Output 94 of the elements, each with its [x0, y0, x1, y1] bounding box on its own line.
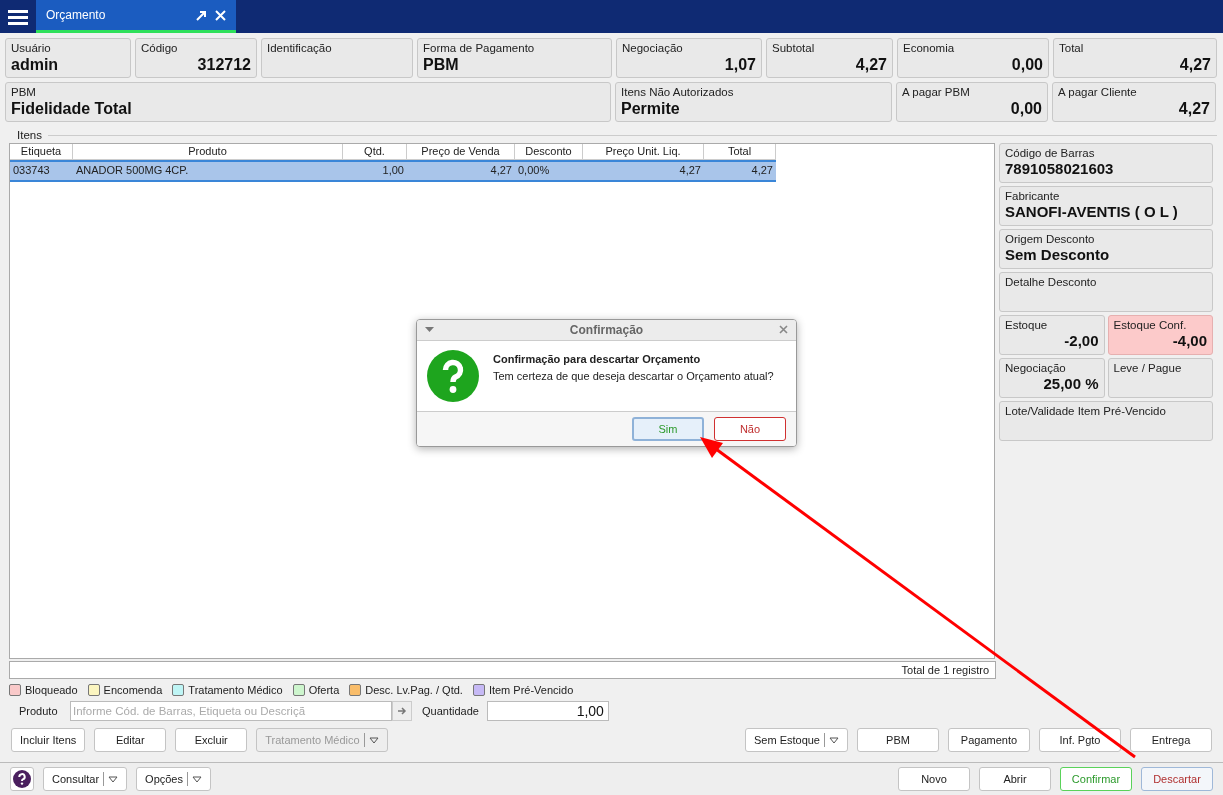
- dialog-heading: Confirmação para descartar Orçamento: [493, 352, 702, 365]
- field-value: admin: [11, 55, 60, 74]
- action-button[interactable]: PBM: [857, 728, 939, 752]
- table-cell-text: ANADOR 500MG 4CP.: [75, 163, 190, 178]
- question-icon: [427, 349, 479, 402]
- section-title: Itens: [17, 129, 42, 141]
- field-label: Itens Não Autorizados: [621, 86, 735, 99]
- field-label: Usuário: [11, 42, 52, 55]
- legend-label: Desc. Lv.Pag. / Qtd.: [365, 684, 463, 696]
- action-button[interactable]: Incluir Itens: [11, 728, 86, 752]
- field-label: Forma de Pagamento: [423, 42, 536, 55]
- close-icon[interactable]: [779, 325, 788, 335]
- product-input[interactable]: Informe Cód. de Barras, Etiqueta ou Descriçã: [70, 701, 392, 721]
- dialog-message: Tem certeza de que deseja descartar o Orçamento atual?: [493, 369, 774, 382]
- menu-button[interactable]: Opções: [136, 767, 211, 791]
- action-button[interactable]: Pagamento: [948, 728, 1030, 752]
- quantity-input[interactable]: 1,00: [486, 701, 609, 721]
- field-value: 4,27: [1179, 55, 1211, 74]
- field-value: 7891058021603: [1005, 160, 1115, 177]
- field-label: Origem Desconto: [1005, 233, 1096, 246]
- field-value: -4,00: [1172, 332, 1207, 349]
- column-header[interactable]: Preço de Venda: [407, 144, 515, 160]
- caret-icon: [829, 736, 839, 744]
- expand-icon[interactable]: [196, 9, 207, 21]
- caret-icon: [192, 775, 202, 783]
- menu-button[interactable]: Consultar: [43, 767, 128, 791]
- field-value: 312712: [197, 55, 251, 74]
- table-cell-text: 1,00: [381, 163, 405, 178]
- field-value: PBM: [423, 55, 460, 74]
- table-cell-text: 0,00%: [517, 163, 551, 178]
- field-label: Estoque: [1005, 319, 1049, 332]
- footer-button[interactable]: Novo: [898, 767, 970, 791]
- document-tab[interactable]: Orçamento: [36, 0, 236, 33]
- dialog-title: Confirmação: [568, 322, 645, 337]
- quantity-label: Quantidade: [422, 705, 479, 717]
- column-header[interactable]: Preço Unit. Liq.: [583, 144, 704, 160]
- field-label: Fabricante: [1005, 190, 1061, 203]
- column-header[interactable]: Total: [704, 144, 776, 160]
- field-value: SANOFI-AVENTIS ( O L ): [1005, 203, 1179, 220]
- field-label: PBM: [11, 86, 37, 99]
- field-label: Negociação: [1005, 362, 1067, 375]
- field-label: Negociação: [622, 42, 683, 55]
- legend-label: Bloqueado: [25, 684, 78, 696]
- field-label: Leve / Pague: [1113, 362, 1183, 375]
- action-button[interactable]: Editar: [94, 728, 167, 752]
- field-label: Identificação: [267, 42, 333, 55]
- footer-button[interactable]: Descartar: [1141, 767, 1213, 791]
- help-icon[interactable]: [10, 767, 34, 791]
- arrow-right-icon[interactable]: [392, 701, 412, 721]
- column-header[interactable]: Desconto: [515, 144, 583, 160]
- field-value: Permite: [621, 99, 681, 118]
- field-label: Detalhe Desconto: [1005, 276, 1098, 289]
- table-cell-text: 4,27: [750, 163, 774, 178]
- product-label: Produto: [19, 705, 59, 717]
- column-header[interactable]: Qtd.: [343, 144, 407, 160]
- record-count: Total de 1 registro: [9, 661, 996, 679]
- field-label: Estoque Conf.: [1113, 319, 1188, 332]
- action-button[interactable]: Inf. Pgto: [1039, 728, 1121, 752]
- field-label: Lote/Validade Item Pré-Vencido: [1005, 405, 1167, 418]
- table-cell-text: 4,27: [489, 163, 513, 178]
- legend-label: Oferta: [308, 684, 340, 696]
- field-label: Total: [1059, 42, 1084, 55]
- field-value: 0,00: [1011, 55, 1043, 74]
- field-label: A pagar PBM: [902, 86, 970, 99]
- column-header[interactable]: Etiqueta: [10, 144, 73, 160]
- field-label: Código: [141, 42, 178, 55]
- footer-button[interactable]: Abrir: [979, 767, 1051, 791]
- legend-label: Item Pré-Vencido: [488, 684, 574, 696]
- dialog-button[interactable]: Não: [714, 416, 786, 441]
- caret-icon[interactable]: [425, 326, 434, 333]
- field-value: 4,27: [855, 55, 887, 74]
- field-label: A pagar Cliente: [1058, 86, 1137, 99]
- field-value: 1,07: [724, 55, 756, 74]
- field-value: Fidelidade Total: [11, 99, 133, 118]
- action-button[interactable]: Entrega: [1130, 728, 1212, 752]
- action-button[interactable]: Sem Estoque: [744, 728, 848, 752]
- field-value: 0,00: [1010, 99, 1042, 118]
- table-cell-text: 4,27: [678, 163, 702, 178]
- table-cell-text: 033743: [12, 163, 51, 178]
- legend-label: Encomenda: [103, 684, 163, 696]
- field-label: Código de Barras: [1005, 147, 1096, 160]
- column-header[interactable]: Produto: [73, 144, 343, 160]
- footer-button[interactable]: Confirmar: [1060, 767, 1132, 791]
- caret-icon: [108, 775, 119, 783]
- table-row[interactable]: 033743 ANADOR 500MG 4CP. 1,00 4,27 0,00% 4,27 4,27: [10, 160, 776, 182]
- field-label: Economia: [903, 42, 955, 55]
- field-label: Subtotal: [772, 42, 815, 55]
- field-value: 4,27: [1178, 99, 1210, 118]
- legend-label: Tratamento Médico: [188, 684, 283, 696]
- field-value: -2,00: [1064, 332, 1099, 349]
- field-value: 25,00 %: [1043, 375, 1099, 392]
- action-button[interactable]: Excluir: [175, 728, 248, 752]
- caret-icon: [368, 736, 379, 744]
- field-value: Sem Desconto: [1005, 246, 1111, 263]
